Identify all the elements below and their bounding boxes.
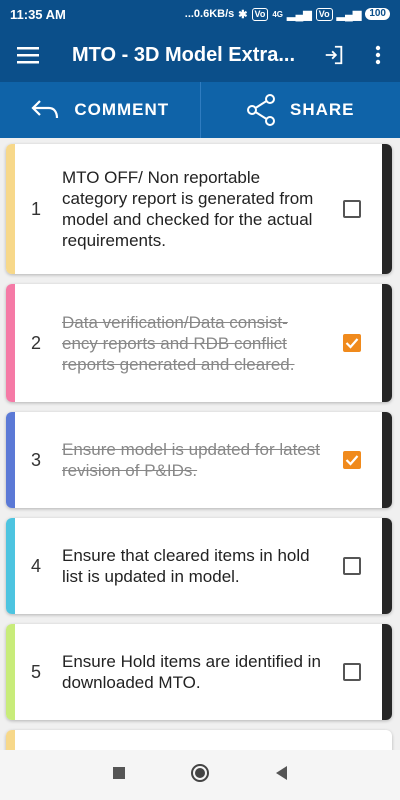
checklist-item[interactable]: 5 Ensure Hold items are identified in do… (6, 624, 392, 720)
item-right-edge (382, 284, 392, 402)
item-color-stripe (6, 284, 15, 402)
action-bar: COMMENT SHARE (0, 82, 400, 138)
checklist-item[interactable]: 2 Data verification/Data consist-ency re… (6, 284, 392, 402)
lte-icon: 4G (272, 9, 284, 19)
reply-icon (31, 100, 59, 119)
item-text: MTO OFF/ Non reportable category report … (62, 168, 314, 250)
item-color-stripe (6, 518, 15, 614)
system-nav-bar (0, 750, 400, 800)
menu-button[interactable] (0, 28, 56, 82)
share-label: SHARE (289, 100, 355, 119)
more-vert-icon (375, 45, 381, 65)
checklist-item[interactable]: 3 Ensure model is updated for latest rev… (6, 412, 392, 508)
triangle-back-icon (276, 765, 287, 780)
app-bar: MTO - 3D Model Extra... (0, 28, 400, 82)
checkbox-checked-icon (343, 334, 361, 352)
battery-icon: 100 (365, 8, 390, 20)
bluetooth-icon: ✱ (238, 8, 248, 21)
item-text: Ensure that cleared items in hold list i… (62, 546, 310, 586)
comment-button[interactable]: COMMENT (0, 82, 200, 138)
recents-button[interactable] (112, 766, 126, 785)
item-text: Ensure Hold items are identified in down… (62, 652, 321, 692)
checklist: 1 MTO OFF/ Non reportable category repor… (0, 138, 400, 750)
share-button[interactable]: SHARE (201, 82, 400, 138)
status-bar: 11:35 AM ...0.6KB/s ✱ Vo 4G ▂▄▆ Vo ▂▄▆ 1… (0, 0, 400, 28)
item-right-edge (382, 518, 392, 614)
status-icons: ...0.6KB/s ✱ Vo 4G ▂▄▆ Vo ▂▄▆ 100 (184, 7, 390, 21)
checklist-item[interactable]: 4 Ensure that cleared items in hold list… (6, 518, 392, 614)
item-text: Data verification/Data consist-ency repo… (62, 312, 295, 374)
item-right-edge (382, 624, 392, 720)
circle-icon (191, 763, 209, 782)
item-color-stripe (6, 624, 15, 720)
page-title: MTO - 3D Model Extra... (72, 43, 295, 66)
home-button[interactable] (190, 763, 210, 788)
overflow-menu-button[interactable] (356, 28, 400, 82)
login-icon (325, 45, 343, 65)
checklist-item[interactable]: 1 MTO OFF/ Non reportable category repor… (6, 144, 392, 274)
checkbox-unchecked-icon (343, 200, 361, 218)
hamburger-icon (17, 47, 39, 64)
back-button[interactable] (274, 765, 288, 786)
volte-icon: Vo (251, 7, 269, 21)
checkbox-unchecked-icon (343, 557, 361, 575)
item-checkbox[interactable] (322, 200, 382, 218)
signal-icon: ▂▄▆ (287, 8, 312, 21)
square-icon (113, 766, 125, 779)
item-checkbox[interactable] (322, 557, 382, 575)
checkbox-checked-icon (343, 451, 361, 469)
item-checkbox[interactable] (322, 663, 382, 681)
signal-icon-2: ▂▄▆ (336, 8, 362, 21)
network-speed: ...0.6KB/s (184, 8, 235, 20)
item-checkbox[interactable] (322, 451, 382, 469)
comment-label: COMMENT (74, 100, 170, 119)
item-color-stripe (6, 730, 15, 750)
checklist-item-partial[interactable] (6, 730, 392, 750)
checkbox-unchecked-icon (343, 663, 361, 681)
item-color-stripe (6, 412, 15, 508)
exit-button[interactable] (312, 28, 356, 82)
item-checkbox[interactable] (322, 334, 382, 352)
share-icon (246, 94, 275, 126)
volte-icon-2: Vo (315, 7, 333, 21)
item-right-edge (382, 144, 392, 274)
status-time: 11:35 AM (10, 6, 66, 22)
item-color-stripe (6, 144, 15, 274)
item-right-edge (382, 412, 392, 508)
item-text: Ensure model is updated for latest revis… (62, 440, 320, 480)
